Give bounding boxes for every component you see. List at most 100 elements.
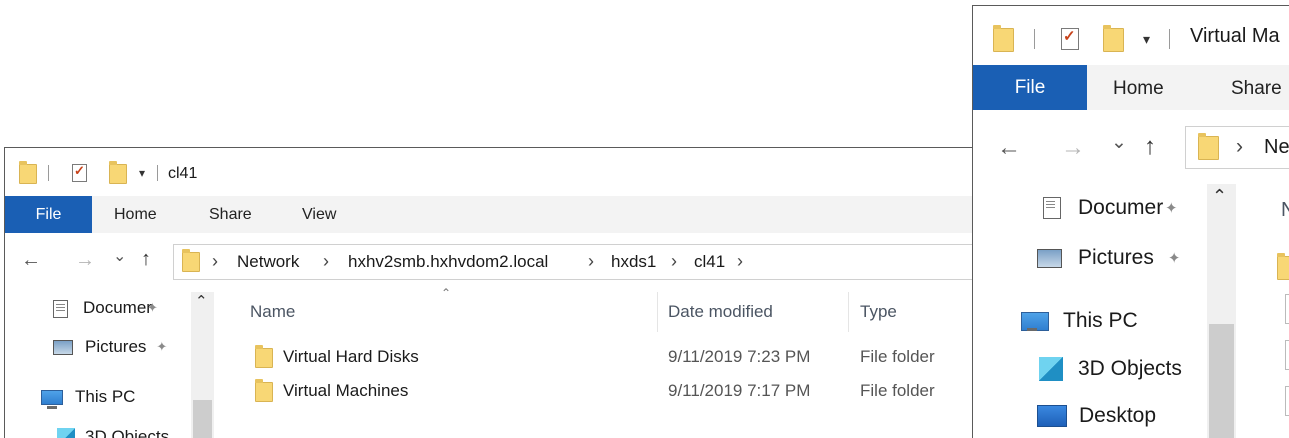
- pc-icon: [1021, 311, 1049, 331]
- column-header-name[interactable]: N: [1281, 199, 1289, 222]
- file-name: Virtual Machines: [283, 381, 409, 400]
- window-title: cl41: [168, 165, 198, 182]
- scroll-up-icon[interactable]: ⌃: [1212, 186, 1227, 207]
- customize-toolbar-dropdown-icon[interactable]: ▾: [139, 166, 145, 180]
- address-bar[interactable]: › Ne: [1185, 126, 1289, 169]
- breadcrumb-chevron-icon[interactable]: ›: [323, 251, 329, 272]
- file-icon: [1285, 340, 1289, 370]
- folder-icon: [1277, 253, 1289, 280]
- recent-locations-button[interactable]: ⌄: [113, 246, 126, 266]
- toolbar-separator: [48, 165, 49, 181]
- scroll-up-icon[interactable]: ⌃: [195, 292, 208, 310]
- toolbar-separator: [1169, 29, 1170, 49]
- pin-icon[interactable]: ✦: [1165, 199, 1178, 217]
- new-folder-icon[interactable]: [1103, 25, 1124, 52]
- desktop-icon: [1037, 405, 1067, 427]
- breadcrumb-chevron-icon[interactable]: ›: [1236, 135, 1243, 159]
- tab-file[interactable]: File: [5, 196, 92, 233]
- tab-share[interactable]: Share: [209, 206, 252, 224]
- file-type: File folder: [860, 381, 935, 400]
- sidebar-item-label: Pictures: [85, 337, 147, 356]
- new-folder-icon[interactable]: [109, 161, 127, 184]
- file-date: 9/11/2019 7:23 PM: [668, 347, 811, 366]
- breadcrumb-chevron-icon[interactable]: ›: [588, 251, 594, 272]
- folder-icon[interactable]: [19, 161, 37, 184]
- breadcrumb-server[interactable]: hxhv2smb.hxhvdom2.local: [348, 252, 548, 272]
- toolbar-separator: [1034, 29, 1035, 49]
- sidebar-item-pictures[interactable]: Pictures ✦: [53, 337, 167, 357]
- properties-icon[interactable]: ✓: [72, 163, 87, 182]
- sidebar-item-3d-objects[interactable]: 3D Objects: [57, 427, 169, 438]
- breadcrumb-network[interactable]: Network: [237, 252, 299, 272]
- explorer-window-cl41: ✓ ▾ cl41 File Home Share View ← → ⌄ ↑ › …: [4, 147, 976, 438]
- sidebar-item-label: This PC: [1063, 309, 1138, 332]
- column-header-type[interactable]: Type: [860, 302, 897, 322]
- table-row[interactable]: Virtual Hard Disks 9/11/2019 7:23 PM Fil…: [245, 342, 973, 372]
- sidebar-scrollbar-thumb[interactable]: [1209, 324, 1234, 438]
- sidebar-item-label: 3D Objects: [85, 427, 170, 438]
- folder-icon[interactable]: [993, 25, 1014, 52]
- column-divider[interactable]: [848, 292, 849, 332]
- properties-icon[interactable]: ✓: [1061, 28, 1079, 50]
- sidebar-item-label: Documer: [83, 298, 152, 317]
- file-icon: [1285, 386, 1289, 416]
- breadcrumb-network[interactable]: Ne: [1264, 136, 1289, 159]
- sidebar-item-3d-objects[interactable]: 3D Objects: [1039, 357, 1182, 381]
- forward-button[interactable]: →: [1061, 134, 1085, 162]
- folder-icon: [255, 345, 273, 368]
- sidebar-item-documents[interactable]: Documer ✦: [53, 298, 158, 318]
- sidebar-item-label: 3D Objects: [1078, 357, 1182, 380]
- back-button[interactable]: ←: [997, 134, 1021, 162]
- pin-icon[interactable]: ✦: [156, 339, 167, 355]
- file-type: File folder: [860, 347, 935, 366]
- window-title: Virtual Ma: [1190, 25, 1280, 47]
- breadcrumb-chevron-icon[interactable]: ›: [671, 251, 677, 272]
- back-button[interactable]: ←: [21, 249, 41, 272]
- breadcrumb-share[interactable]: hxds1: [611, 252, 656, 272]
- up-button[interactable]: ↑: [1144, 133, 1156, 161]
- breadcrumb-cl41[interactable]: cl41: [694, 252, 725, 272]
- forward-button[interactable]: →: [75, 249, 95, 272]
- tab-home[interactable]: Home: [1113, 78, 1164, 100]
- file-name: Virtual Hard Disks: [283, 347, 419, 366]
- tab-file[interactable]: File: [973, 65, 1087, 110]
- pictures-icon: [1037, 248, 1062, 268]
- sidebar-item-documents[interactable]: Documer ✦: [1043, 196, 1178, 220]
- file-date: 9/11/2019 7:17 PM: [668, 381, 811, 400]
- address-folder-icon: [182, 249, 200, 272]
- address-folder-icon: [1198, 133, 1219, 160]
- pin-icon[interactable]: ✦: [1168, 249, 1181, 267]
- sidebar-item-label: Documer: [1078, 196, 1164, 219]
- sidebar-item-label: Desktop: [1079, 404, 1157, 427]
- customize-toolbar-dropdown-icon[interactable]: ▾: [1143, 31, 1150, 48]
- tab-home[interactable]: Home: [114, 206, 157, 224]
- sidebar-item-desktop[interactable]: Desktop: [1037, 404, 1156, 428]
- up-button[interactable]: ↑: [141, 248, 151, 271]
- address-bar[interactable]: › Network › hxhv2smb.hxhvdom2.local › hx…: [173, 244, 973, 280]
- sidebar-item-this-pc[interactable]: This PC: [1021, 309, 1138, 333]
- sidebar-scrollbar-thumb[interactable]: [193, 400, 212, 438]
- sidebar-item-label: Pictures: [1078, 246, 1154, 269]
- tab-share[interactable]: Share: [1231, 78, 1282, 100]
- column-header-name[interactable]: Name: [250, 302, 295, 322]
- column-divider[interactable]: [657, 292, 658, 332]
- folder-icon: [255, 379, 273, 402]
- pc-icon: [41, 389, 63, 409]
- file-icon: [1285, 294, 1289, 324]
- document-icon: [53, 300, 68, 318]
- cube-icon: [57, 428, 75, 438]
- table-row[interactable]: Virtual Machines 9/11/2019 7:17 PM File …: [245, 376, 973, 406]
- cube-icon: [1039, 357, 1063, 381]
- sidebar-item-pictures[interactable]: Pictures ✦: [1037, 246, 1180, 270]
- document-icon: [1043, 197, 1061, 219]
- sidebar-item-this-pc[interactable]: This PC: [41, 387, 136, 409]
- pin-icon[interactable]: ✦: [147, 300, 158, 316]
- column-header-date-modified[interactable]: Date modified: [668, 302, 773, 322]
- pictures-icon: [53, 339, 73, 355]
- sidebar-item-label: This PC: [75, 387, 136, 406]
- recent-locations-button[interactable]: ⌄: [1111, 131, 1127, 154]
- toolbar-separator: [157, 165, 158, 181]
- tab-view[interactable]: View: [302, 206, 336, 224]
- breadcrumb-chevron-icon[interactable]: ›: [737, 251, 743, 272]
- breadcrumb-chevron-icon[interactable]: ›: [212, 251, 218, 272]
